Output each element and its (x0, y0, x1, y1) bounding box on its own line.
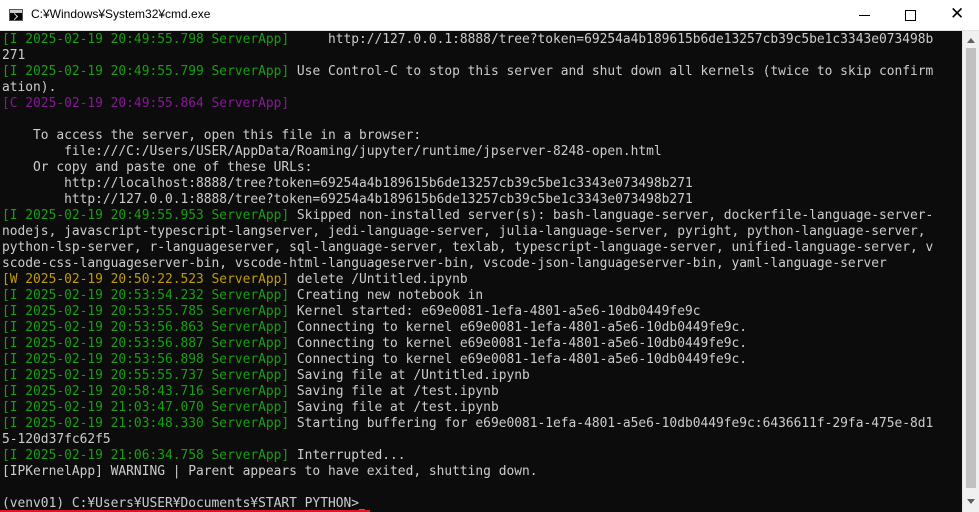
log-text: 5-120d37fc62f5 (2, 432, 111, 447)
console-line: [I 2025-02-19 20:53:55.785 ServerApp] Ke… (2, 304, 933, 320)
log-text: Skipped non-installed server(s): bash-la… (289, 208, 934, 223)
log-text: Connecting to kernel e69e0081-1efa-4801-… (289, 320, 748, 335)
log-prefix: [I 2025-02-19 21:03:47.070 ServerApp] (2, 400, 290, 415)
title-bar[interactable]: C:¥Windows¥System32¥cmd.exe ✕ (0, 0, 979, 31)
log-text: http://localhost:8888/tree?token=69254a4… (2, 176, 693, 191)
log-text: Saving file at /test.ipynb (289, 400, 499, 415)
scrollbar-thumb[interactable] (966, 48, 976, 488)
close-button[interactable]: ✕ (933, 0, 979, 30)
console-line: 5-120d37fc62f5 (2, 432, 933, 448)
console-line: [W 2025-02-19 20:50:22.523 ServerApp] de… (2, 272, 933, 288)
log-text: (venv01) C:¥Users¥USER¥Documents¥START P… (2, 496, 359, 511)
cmd-icon[interactable] (9, 9, 23, 21)
maximize-icon (905, 10, 916, 21)
scroll-down-arrow-icon[interactable] (967, 499, 975, 504)
log-prefix: [I 2025-02-19 21:03:48.330 ServerApp] (2, 416, 290, 431)
log-text: Or copy and paste one of these URLs: (2, 160, 313, 175)
log-prefix: [I 2025-02-19 20:53:56.863 ServerApp] (2, 320, 290, 335)
log-text: Connecting to kernel e69e0081-1efa-4801-… (289, 336, 748, 351)
log-text: Interrupted... (289, 448, 406, 463)
log-text: Use Control-C to stop this server and sh… (289, 64, 934, 79)
console-line: scode-css-languageserver-bin, vscode-htm… (2, 256, 933, 272)
console-line: 271 (2, 48, 933, 64)
cmd-window: C:¥Windows¥System32¥cmd.exe ✕ [I 2025-02… (0, 0, 979, 512)
log-text: scode-css-languageserver-bin, vscode-htm… (2, 256, 887, 271)
log-prefix: [W 2025-02-19 20:50:22.523 ServerApp] (2, 272, 290, 287)
console-line: [I 2025-02-19 20:49:55.799 ServerApp] Us… (2, 64, 933, 80)
console-line: [I 2025-02-19 20:55:55.737 ServerApp] Sa… (2, 368, 933, 384)
log-prefix: [I 2025-02-19 20:49:55.953 ServerApp] (2, 208, 290, 223)
log-prefix: [I 2025-02-19 20:58:43.716 ServerApp] (2, 384, 290, 399)
log-prefix: [I 2025-02-19 20:53:56.887 ServerApp] (2, 336, 290, 351)
log-text: To access the server, open this file in … (2, 128, 422, 143)
log-text: [IPKernelApp] WARNING | Parent appears t… (2, 464, 538, 479)
console-output[interactable]: [I 2025-02-19 20:49:55.798 ServerApp] ht… (0, 31, 962, 512)
log-prefix: [C 2025-02-19 20:49:55.864 ServerApp] (2, 96, 290, 111)
window-title: C:¥Windows¥System32¥cmd.exe (31, 7, 211, 21)
console-line: http://localhost:8888/tree?token=69254a4… (2, 176, 933, 192)
console-line: To access the server, open this file in … (2, 128, 933, 144)
log-text: delete /Untitled.ipynb (289, 272, 468, 287)
log-prefix: [I 2025-02-19 20:49:55.798 ServerApp] (2, 32, 290, 47)
console-line: file:///C:/Users/USER/AppData/Roaming/ju… (2, 144, 933, 160)
log-text: Creating new notebook in (289, 288, 484, 303)
log-text: 271 (2, 48, 26, 63)
log-prefix: [I 2025-02-19 20:49:55.799 ServerApp] (2, 64, 290, 79)
console-line: [IPKernelApp] WARNING | Parent appears t… (2, 464, 933, 480)
log-prefix: [I 2025-02-19 20:53:54.232 ServerApp] (2, 288, 290, 303)
console-line: [I 2025-02-19 20:53:56.887 ServerApp] Co… (2, 336, 933, 352)
console-line: [I 2025-02-19 21:06:34.758 ServerApp] In… (2, 448, 933, 464)
console-line: [I 2025-02-19 20:53:56.863 ServerApp] Co… (2, 320, 933, 336)
log-text: Saving file at /Untitled.ipynb (289, 368, 530, 383)
maximize-button[interactable] (887, 0, 933, 30)
console-line: [I 2025-02-19 20:53:54.232 ServerApp] Cr… (2, 288, 933, 304)
log-prefix: [I 2025-02-19 21:06:34.758 ServerApp] (2, 448, 290, 463)
console-line: [I 2025-02-19 21:03:48.330 ServerApp] St… (2, 416, 933, 432)
console-line: [I 2025-02-19 20:49:55.798 ServerApp] ht… (2, 32, 933, 48)
close-icon: ✕ (950, 4, 965, 24)
vertical-scrollbar[interactable] (962, 31, 979, 512)
console-line: [I 2025-02-19 20:58:43.716 ServerApp] Sa… (2, 384, 933, 400)
console-line: python-lsp-server, r-languageserver, sql… (2, 240, 933, 256)
log-text: file:///C:/Users/USER/AppData/Roaming/ju… (2, 144, 662, 159)
console-line: Or copy and paste one of these URLs: (2, 160, 933, 176)
log-text: python-lsp-server, r-languageserver, sql… (2, 240, 934, 255)
console-lines: [I 2025-02-19 20:49:55.798 ServerApp] ht… (2, 32, 933, 512)
scroll-up-arrow-icon[interactable] (967, 38, 975, 43)
log-text: Saving file at /test.ipynb (289, 384, 499, 399)
log-prefix: [I 2025-02-19 20:55:55.737 ServerApp] (2, 368, 290, 383)
log-text: http://127.0.0.1:8888/tree?token=69254a4… (2, 192, 693, 207)
console-line: [I 2025-02-19 20:49:55.953 ServerApp] Sk… (2, 208, 933, 224)
console-line: [I 2025-02-19 21:03:47.070 ServerApp] Sa… (2, 400, 933, 416)
log-text: http://127.0.0.1:8888/tree?token=69254a4… (289, 32, 934, 47)
console-line: nodejs, javascript-typescript-langserver… (2, 224, 933, 240)
console-line: [I 2025-02-19 20:53:56.898 ServerApp] Co… (2, 352, 933, 368)
log-text: Kernel started: e69e0081-1efa-4801-a5e6-… (289, 304, 701, 319)
log-text: nodejs, javascript-typescript-langserver… (2, 224, 926, 239)
log-prefix: [I 2025-02-19 20:53:56.898 ServerApp] (2, 352, 290, 367)
console-line: http://127.0.0.1:8888/tree?token=69254a4… (2, 192, 933, 208)
log-text: Connecting to kernel e69e0081-1efa-4801-… (289, 352, 748, 367)
log-prefix: [I 2025-02-19 20:53:55.785 ServerApp] (2, 304, 290, 319)
minimize-icon (859, 15, 870, 16)
log-text: ation). (2, 80, 57, 95)
console-line: ation). (2, 80, 933, 96)
console-line: [C 2025-02-19 20:49:55.864 ServerApp] (2, 96, 933, 112)
minimize-button[interactable] (841, 0, 887, 30)
log-text: Starting buffering for e69e0081-1efa-480… (289, 416, 934, 431)
